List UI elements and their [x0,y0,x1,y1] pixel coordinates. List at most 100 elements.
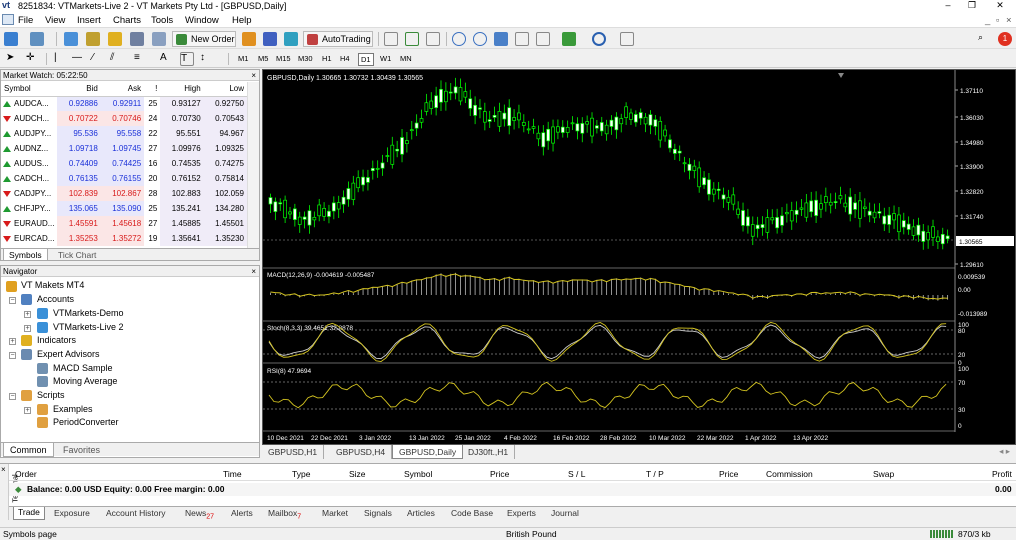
navigator-icon[interactable] [108,32,122,46]
menu-insert[interactable]: Insert [77,15,101,26]
fibonacci-icon[interactable]: ≡ [134,52,148,66]
tab-mailbox[interactable]: Mailbox7 [268,508,301,521]
table-row[interactable]: EURAUD... 1.45591 1.45618 27 1.45885 1.45501 [1,216,247,231]
close-icon[interactable]: × [1,465,6,474]
notifications-icon[interactable]: 1 [998,32,1012,46]
nav-examples[interactable]: Examples [53,404,93,414]
market-watch-scrollbar[interactable] [247,82,259,248]
trendline-icon[interactable]: ⁄ [92,52,106,66]
col-size[interactable]: Size [349,469,366,479]
col-symbol[interactable]: Symbol [404,469,432,479]
tf-m1[interactable]: M1 [236,53,250,64]
collapse-icon[interactable]: − [9,297,16,304]
arrows-icon[interactable]: ↕ [200,52,214,66]
tab-exposure[interactable]: Exposure [54,508,90,518]
vertical-line-icon[interactable]: | [54,52,68,66]
menu-tools[interactable]: Tools [151,15,173,26]
close-icon[interactable]: × [251,70,256,81]
metaeditor-icon[interactable] [242,32,256,46]
collapse-icon[interactable]: − [9,393,16,400]
profiles-icon[interactable] [30,32,44,46]
table-row[interactable]: AUDCA... 0.92886 0.92911 25 0.93127 0.92750 [1,96,247,111]
menu-charts[interactable]: Charts [113,15,141,26]
tab-signals[interactable]: Signals [364,508,392,518]
chart-canvas[interactable]: GBPUSD,Daily 1.30665 1.30732 1.30439 1.3… [263,70,1015,444]
tab-common[interactable]: Common [3,443,54,457]
tab-experts[interactable]: Experts [507,508,536,518]
tab-trade[interactable]: Trade [13,507,45,520]
col-time[interactable]: Time [223,469,242,479]
col-tp[interactable]: T / P [646,469,664,479]
zoom-out-icon[interactable] [473,32,487,46]
data-window-icon[interactable] [86,32,100,46]
candlestick-icon[interactable] [405,32,419,46]
nav-accounts[interactable]: Accounts [37,294,74,304]
col-sl[interactable]: S / L [568,469,585,479]
table-row[interactable]: CHFJPY... 135.065 135.090 25 135.241 134.280 [1,201,247,216]
autoscroll-icon[interactable] [536,32,550,46]
autotrading-button[interactable]: AutoTrading [303,31,373,47]
chart-window[interactable]: GBPUSD,Daily 1.30665 1.30732 1.30439 1.3… [262,69,1016,445]
table-row[interactable]: AUDJPY... 95.536 95.558 22 95.551 94.967 [1,126,247,141]
tab-code-base[interactable]: Code Base [451,508,493,518]
tab-tick-chart[interactable]: Tick Chart [53,249,101,261]
cursor-icon[interactable]: ➤ [6,52,20,66]
nav-scripts[interactable]: Scripts [37,390,65,400]
tf-m30[interactable]: M30 [296,53,315,64]
menu-file[interactable]: File [18,15,33,26]
indicators-icon[interactable] [562,32,576,46]
close-icon[interactable]: × [251,266,256,277]
table-row[interactable]: CADJPY... 102.839 102.867 28 102.883 102.059 [1,186,247,201]
col-high[interactable]: High [160,82,204,97]
col-price[interactable]: Price [490,469,509,479]
expand-icon[interactable]: + [24,311,31,318]
col-profit[interactable]: Profit [992,469,1012,479]
menu-view[interactable]: View [45,15,65,26]
tab-journal[interactable]: Journal [551,508,579,518]
line-chart-icon[interactable] [426,32,440,46]
col-symbol[interactable]: Symbol [1,82,58,97]
expand-icon[interactable]: + [24,407,31,414]
market-icon[interactable] [284,32,298,46]
new-chart-icon[interactable] [4,32,18,46]
tab-favorites[interactable]: Favorites [59,443,104,457]
tf-mn[interactable]: MN [398,53,414,64]
tester-icon[interactable] [152,32,166,46]
channel-icon[interactable]: ⫽ [110,52,124,66]
menu-window[interactable]: Window [185,15,219,26]
tab-articles[interactable]: Articles [407,508,435,518]
templates-icon[interactable] [620,32,634,46]
tf-d1[interactable]: D1 [358,53,374,66]
chart-tab-gbpusd-h4[interactable]: GBPUSD,H4 [330,445,393,459]
nav-demo[interactable]: VTMarkets-Demo [53,308,124,318]
terminal-icon[interactable] [130,32,144,46]
col-ask[interactable]: Ask [100,82,145,97]
nav-period-converter[interactable]: PeriodConverter [53,417,119,427]
chart-shift-icon[interactable] [515,32,529,46]
market-watch-icon[interactable] [64,32,78,46]
col-spread[interactable]: ! [144,82,161,97]
expand-icon[interactable]: + [24,325,31,332]
text-icon[interactable]: A [160,52,174,66]
crosshair-icon[interactable]: ✛ [26,52,40,66]
child-minimize-icon[interactable]: _ [985,15,990,26]
col-type[interactable]: Type [292,469,310,479]
signals-icon[interactable] [263,32,277,46]
child-restore-icon[interactable]: ▫ [996,15,999,26]
nav-moving-average[interactable]: Moving Average [53,376,117,386]
new-order-button[interactable]: New Order [172,31,236,47]
col-bid[interactable]: Bid [57,82,101,97]
col-order[interactable]: Order [15,469,37,479]
restore-button[interactable]: ❐ [962,0,982,11]
bar-chart-icon[interactable] [384,32,398,46]
col-swap[interactable]: Swap [873,469,894,479]
text-label-icon[interactable]: T [180,52,194,66]
expand-icon[interactable]: + [9,338,16,345]
table-row[interactable]: AUDCH... 0.70722 0.70746 24 0.70730 0.70543 [1,111,247,126]
chart-tab-dj30ft-h1[interactable]: DJ30ft.,H1 [462,445,516,459]
periods-icon[interactable] [592,32,606,46]
nav-live[interactable]: VTMarkets-Live 2 [53,322,124,332]
table-row[interactable]: EURCAD... 1.35253 1.35272 19 1.35641 1.35230 [1,231,247,246]
table-row[interactable]: CADCH... 0.76135 0.76155 20 0.76152 0.75814 [1,171,247,186]
tab-scroll-arrows[interactable]: ◂ ▸ [999,446,1010,457]
